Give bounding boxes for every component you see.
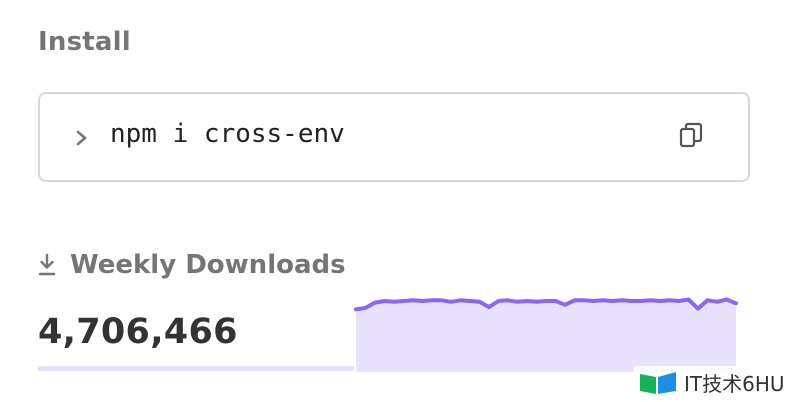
- sparkline-baseline: [38, 366, 354, 371]
- install-heading: Install: [38, 27, 131, 57]
- sparkline-area: [356, 299, 736, 372]
- install-command-box[interactable]: npm i cross-env: [38, 92, 750, 182]
- install-command[interactable]: npm i cross-env: [110, 119, 345, 149]
- weekly-downloads-header: Weekly Downloads: [38, 250, 346, 280]
- weekly-downloads-count: 4,706,466: [38, 312, 238, 352]
- npm-package-sidebar: Install npm i cross-env Weekly Downloads…: [0, 0, 796, 402]
- watermark-text: IT技术6HU: [684, 372, 785, 396]
- chevron-right-icon: [76, 130, 87, 146]
- download-icon: [38, 253, 56, 276]
- watermark: IT技术6HU: [634, 366, 789, 399]
- weekly-downloads-label: Weekly Downloads: [70, 250, 346, 280]
- weekly-downloads-sparkline[interactable]: [352, 288, 740, 372]
- copy-icon[interactable]: [678, 122, 704, 150]
- watermark-logo-icon: [640, 371, 676, 394]
